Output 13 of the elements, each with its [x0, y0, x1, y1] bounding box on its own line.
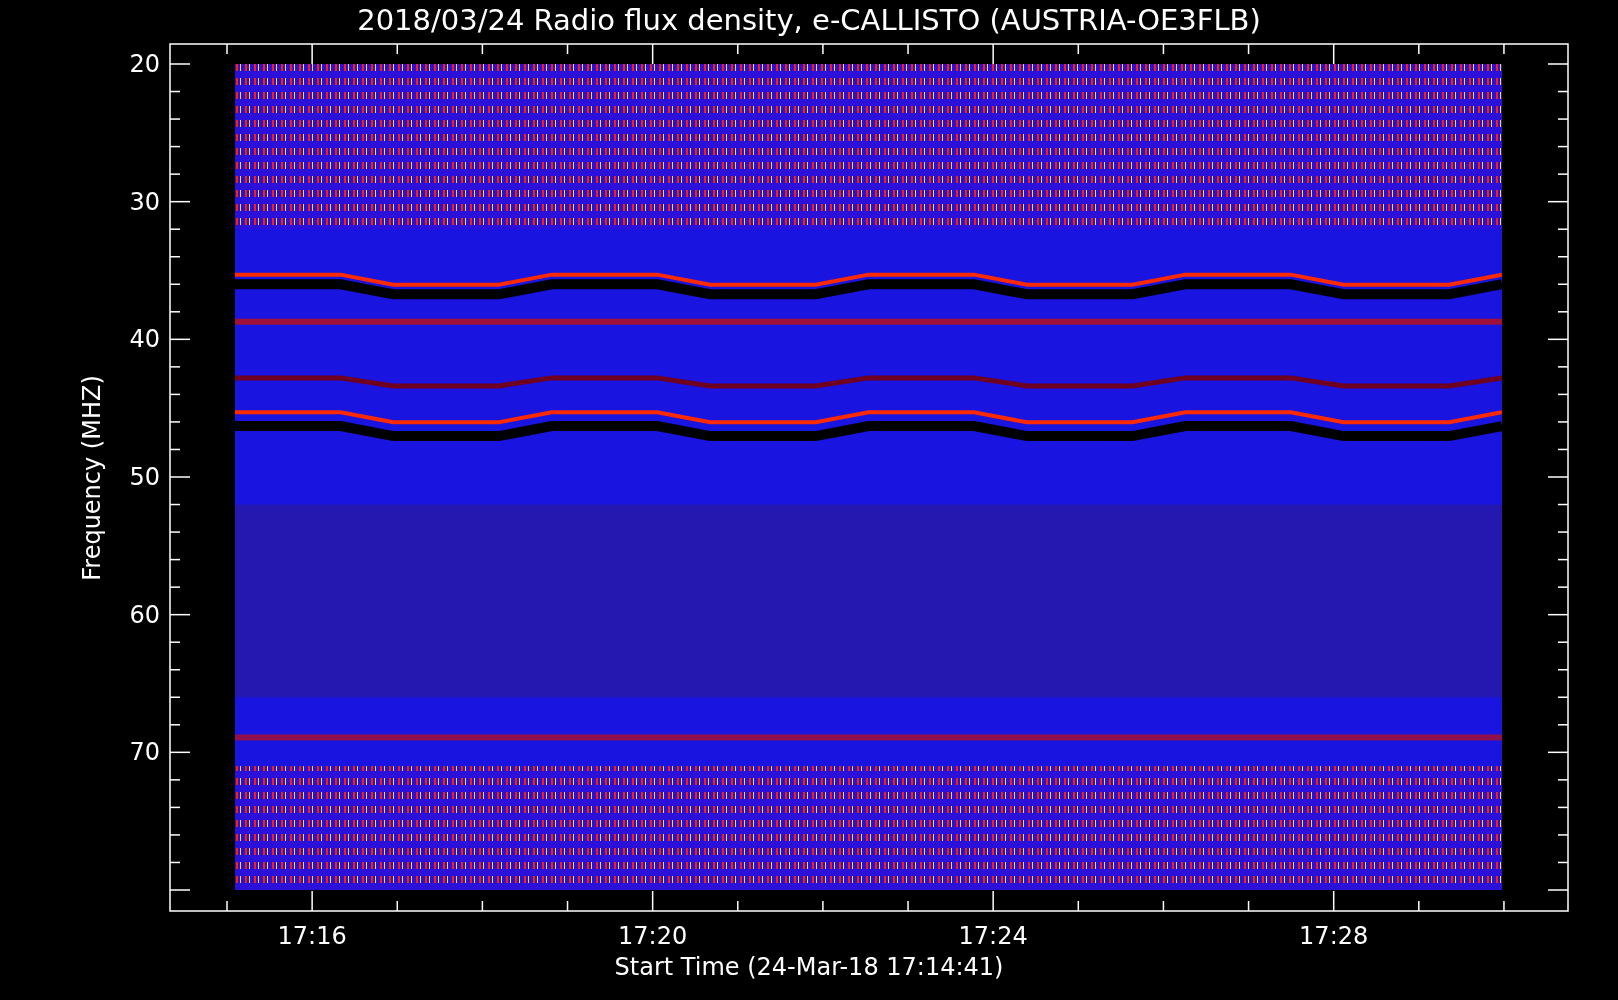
axis-label: Start Time (24-Mar-18 17:14:41) — [614, 953, 1004, 981]
tick-label: 17:20 — [618, 922, 688, 950]
tick-label: 17:28 — [1299, 922, 1369, 950]
axis-label: Frequency (MHZ) — [78, 375, 106, 581]
tick-label: 17:16 — [277, 922, 347, 950]
tick-label: 17:24 — [958, 922, 1028, 950]
tick-label: 60 — [129, 600, 160, 629]
tick-label: 40 — [129, 325, 160, 354]
chart-title: 2018/03/24 Radio flux density, e-CALLISTO (AUSTRIA-OE3FLB) — [357, 3, 1261, 37]
tick-label: 50 — [129, 463, 160, 491]
tick-label: 30 — [129, 187, 160, 216]
tick-label: 70 — [129, 738, 160, 767]
tick-label: 20 — [129, 50, 160, 78]
